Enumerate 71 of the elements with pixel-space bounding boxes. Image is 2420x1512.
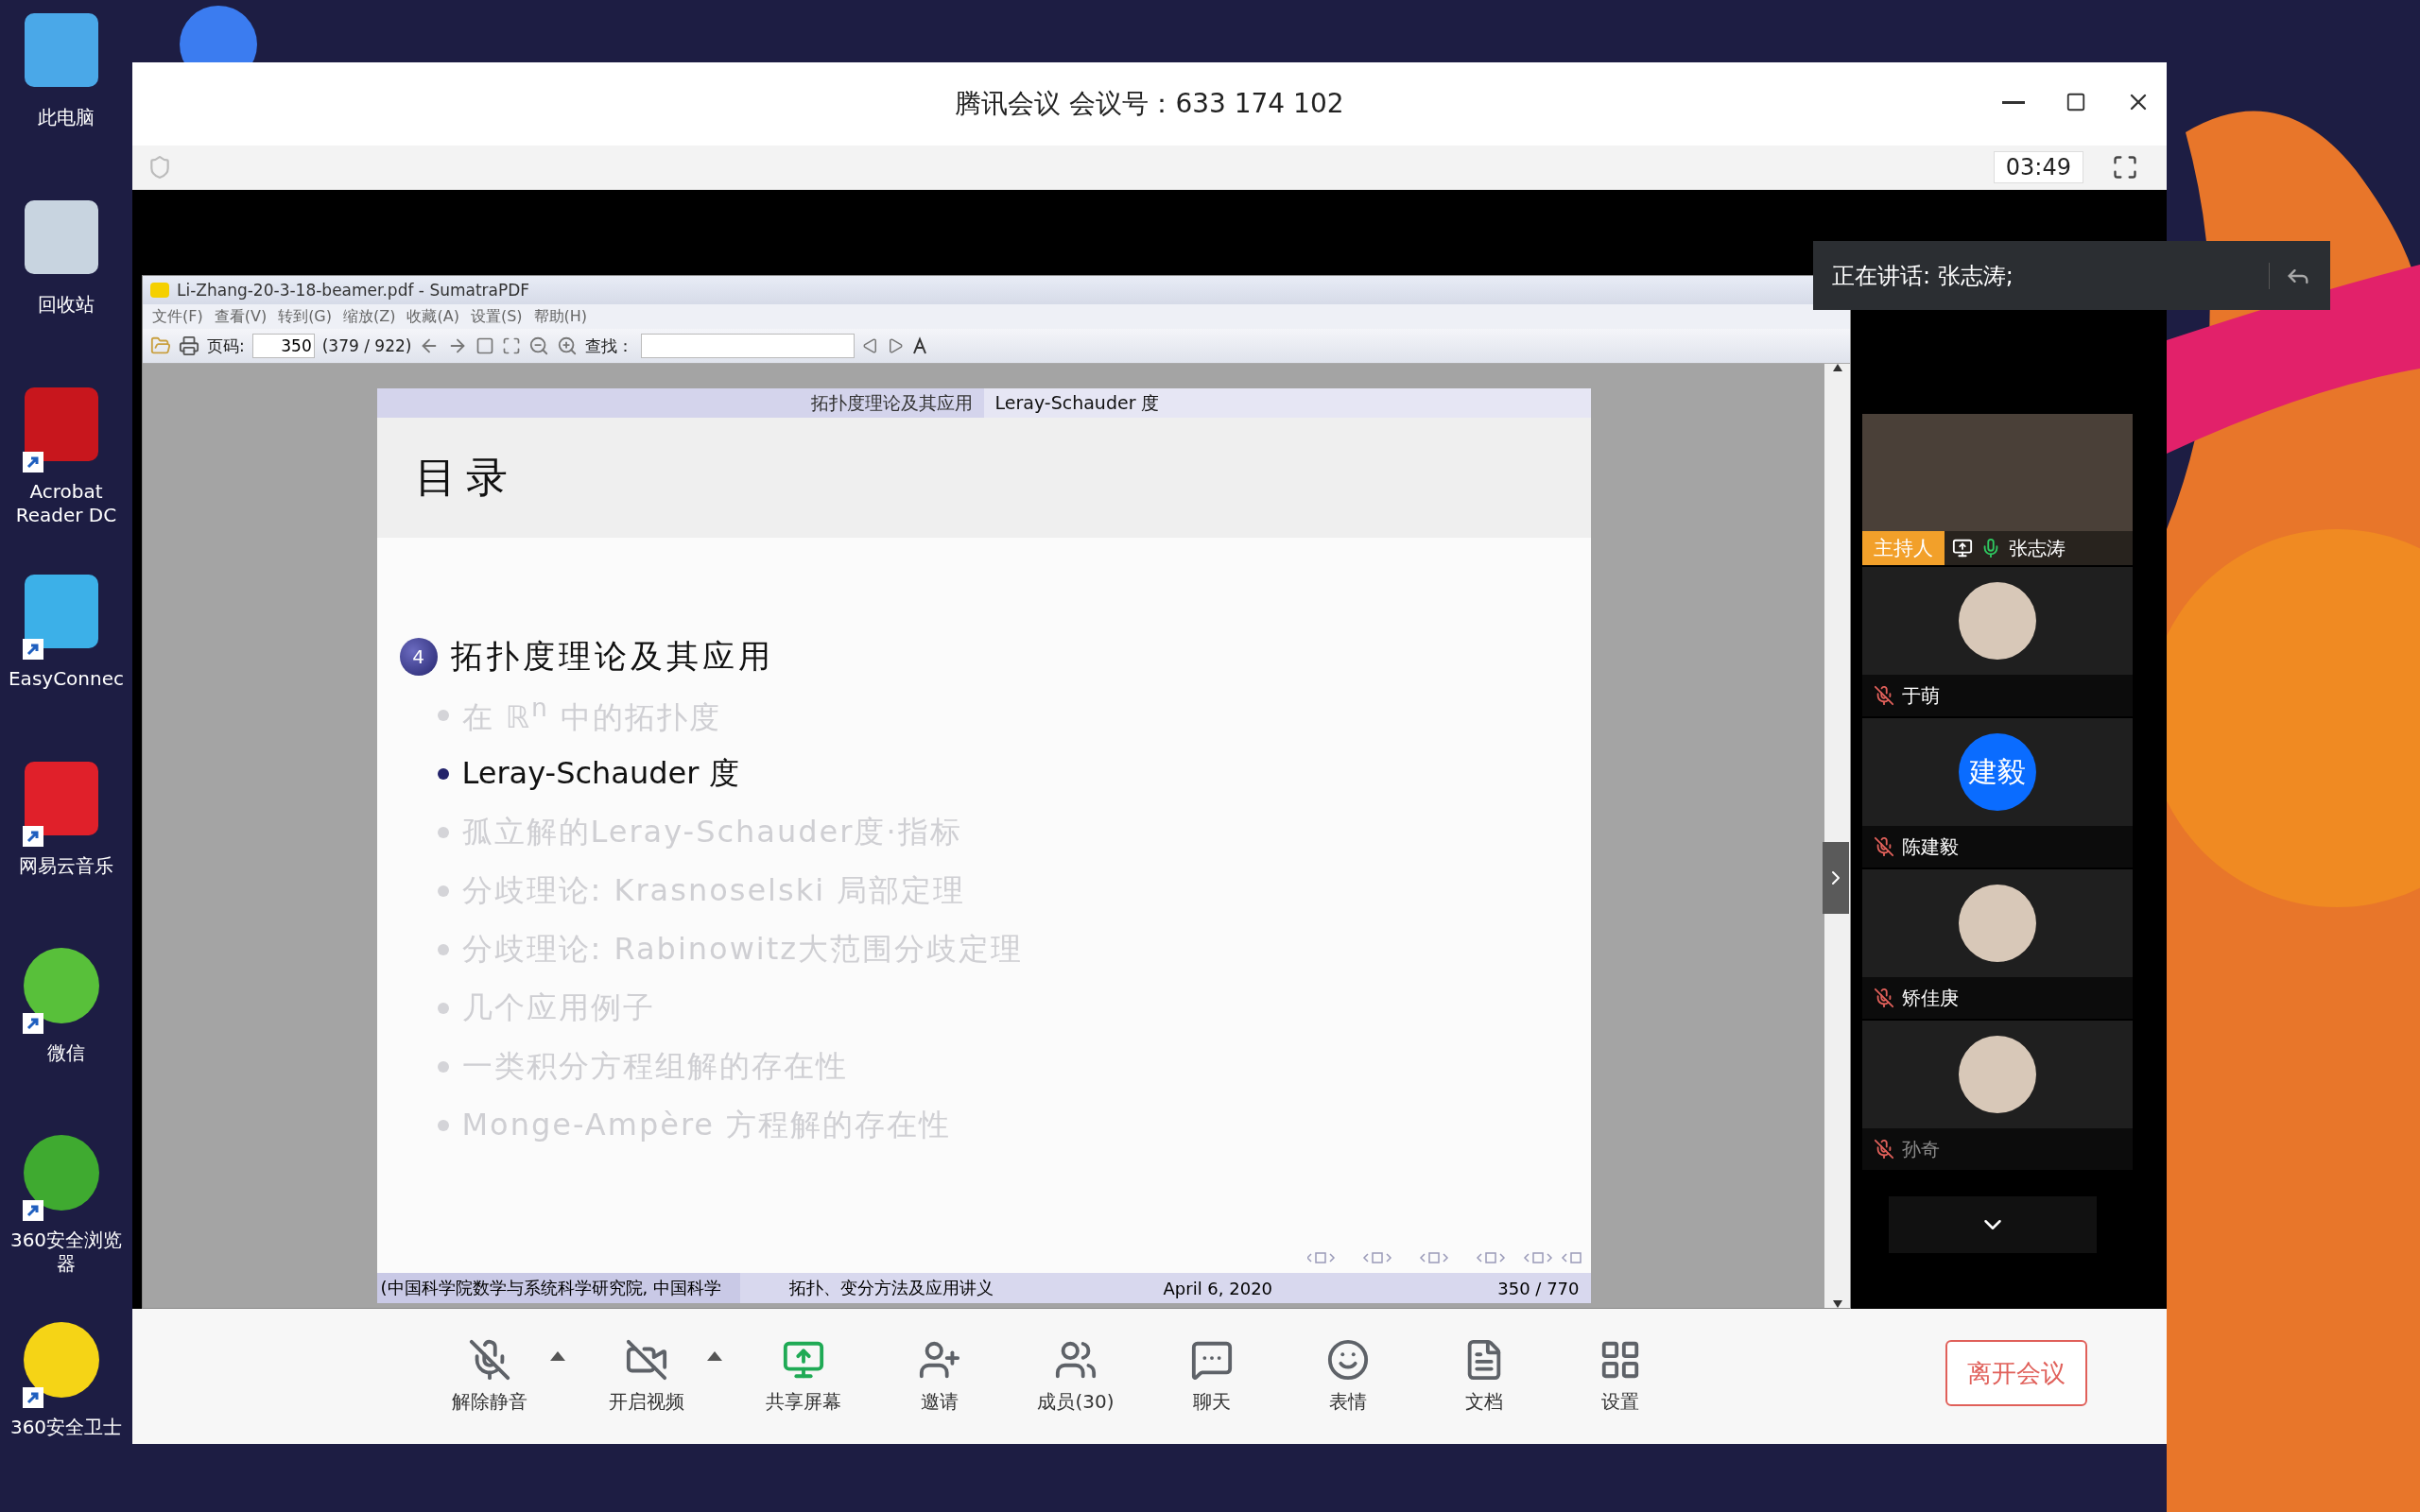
page-label: 页码: xyxy=(207,335,245,357)
desktop-icon-label[interactable]: EasyConnec xyxy=(9,667,124,691)
slide-footer-author: (中国科学院数学与系统科学研究院, 中国科学 xyxy=(376,1273,740,1303)
leave-meeting-button[interactable]: 离开会议 xyxy=(1945,1340,2087,1406)
desktop-icon-label[interactable]: 360安全浏览器 xyxy=(2,1228,130,1276)
menu-item[interactable]: 查看(V) xyxy=(214,306,268,327)
toolbar-button[interactable]: 开启视频 xyxy=(592,1338,701,1415)
smiley-icon xyxy=(1326,1338,1370,1382)
find-label: 查找： xyxy=(585,335,634,357)
menu-item[interactable]: 文件(F) xyxy=(152,306,203,327)
section-title: 拓扑度理论及其应用 xyxy=(450,636,774,677)
app-icon[interactable] xyxy=(21,1319,102,1400)
slide-footer-title: 拓扑、变分方法及应用讲义 xyxy=(739,1273,1022,1303)
desktop-icon-label[interactable]: 微信 xyxy=(47,1041,85,1065)
menu-item[interactable]: 转到(G) xyxy=(278,306,332,327)
reply-button[interactable] xyxy=(2269,262,2311,289)
toolbar-button[interactable]: 成员(30) xyxy=(1021,1338,1131,1415)
app-logo-icon xyxy=(150,283,169,298)
toolbar-button[interactable]: 表情 xyxy=(1293,1338,1403,1415)
window-title: Li-Zhang-20-3-18-beamer.pdf - SumatraPDF xyxy=(177,281,530,300)
meeting-timer: 03:49 xyxy=(1993,151,2083,183)
desktop-icon-label[interactable]: 360安全卫士 xyxy=(9,1416,123,1439)
fit-page-icon[interactable] xyxy=(475,336,495,355)
find-next-icon[interactable] xyxy=(887,337,905,354)
slide-header-section: Leray-Schauder 度 xyxy=(983,388,1591,418)
section-number: 4 xyxy=(399,638,438,676)
menu-item[interactable]: 收藏(A) xyxy=(406,306,459,327)
menu-item[interactable]: 缩放(Z) xyxy=(343,306,396,327)
desktop-icon-label[interactable]: 此电脑 xyxy=(38,106,95,129)
slide-footer-date: April 6, 2020 xyxy=(1163,1278,1273,1298)
toolbar-button[interactable]: 解除静音 xyxy=(435,1338,544,1415)
participant-name: 矫佳庚 xyxy=(1902,985,1959,1011)
video-off-icon xyxy=(625,1338,668,1382)
desktop-icon-label[interactable]: 网易云音乐 xyxy=(19,854,113,878)
toolbar-button[interactable]: 邀请 xyxy=(885,1338,994,1415)
desktop-icon-label[interactable]: Acrobat Reader DC xyxy=(2,480,130,527)
app-icon[interactable] xyxy=(21,945,102,1026)
toolbar-button[interactable]: 文档 xyxy=(1429,1338,1539,1415)
toolbar-button[interactable]: 共享屏幕 xyxy=(749,1338,858,1415)
participant-name: 孙奇 xyxy=(1902,1136,1940,1162)
window-title: 腾讯会议 会议号：633 174 102 xyxy=(955,87,1344,121)
host-badge: 主持人 xyxy=(1862,531,1945,565)
menu-item[interactable]: 设置(S) xyxy=(470,306,523,327)
outline-item: Leray-Schauder 度 xyxy=(461,754,739,793)
desktop-icon-label[interactable]: 回收站 xyxy=(38,293,95,317)
menu-item[interactable]: 帮助(H) xyxy=(533,306,588,327)
participant-name: 张志涛 xyxy=(2009,535,2066,561)
participant-name: 于萌 xyxy=(1902,682,1940,709)
zoom-out-icon[interactable] xyxy=(528,335,550,356)
toolbar-button[interactable]: 设置 xyxy=(1565,1338,1675,1415)
printer-icon[interactable] xyxy=(179,335,199,356)
participant-name: 陈建毅 xyxy=(1902,833,1959,860)
slide-page-number: 350 / 770 xyxy=(1497,1278,1580,1298)
maximize-icon xyxy=(2066,92,2086,112)
zoom-in-icon[interactable] xyxy=(557,335,579,356)
app-icon[interactable] xyxy=(21,1132,102,1213)
caret-icon[interactable] xyxy=(550,1351,565,1361)
scrollbar[interactable] xyxy=(1824,364,1850,1308)
speaker-notice: 正在讲话: 张志涛; xyxy=(1832,261,2014,291)
toolbar-button[interactable]: 聊天 xyxy=(1157,1338,1267,1415)
page-number-field[interactable]: 350 xyxy=(251,334,315,358)
slide-title: 目录 xyxy=(414,452,517,503)
caret-icon[interactable] xyxy=(707,1351,722,1361)
find-field[interactable] xyxy=(641,334,856,358)
page-count: (379 / 922) xyxy=(321,336,412,355)
slide-header-section: 拓扑度理论及其应用 xyxy=(376,388,984,418)
fullscreen-icon[interactable] xyxy=(2112,154,2138,180)
fit-width-icon[interactable] xyxy=(502,336,522,355)
avatar: 建毅 xyxy=(1959,733,2036,811)
muted-mic-icon xyxy=(468,1338,511,1382)
minimize-icon xyxy=(2002,100,2025,104)
